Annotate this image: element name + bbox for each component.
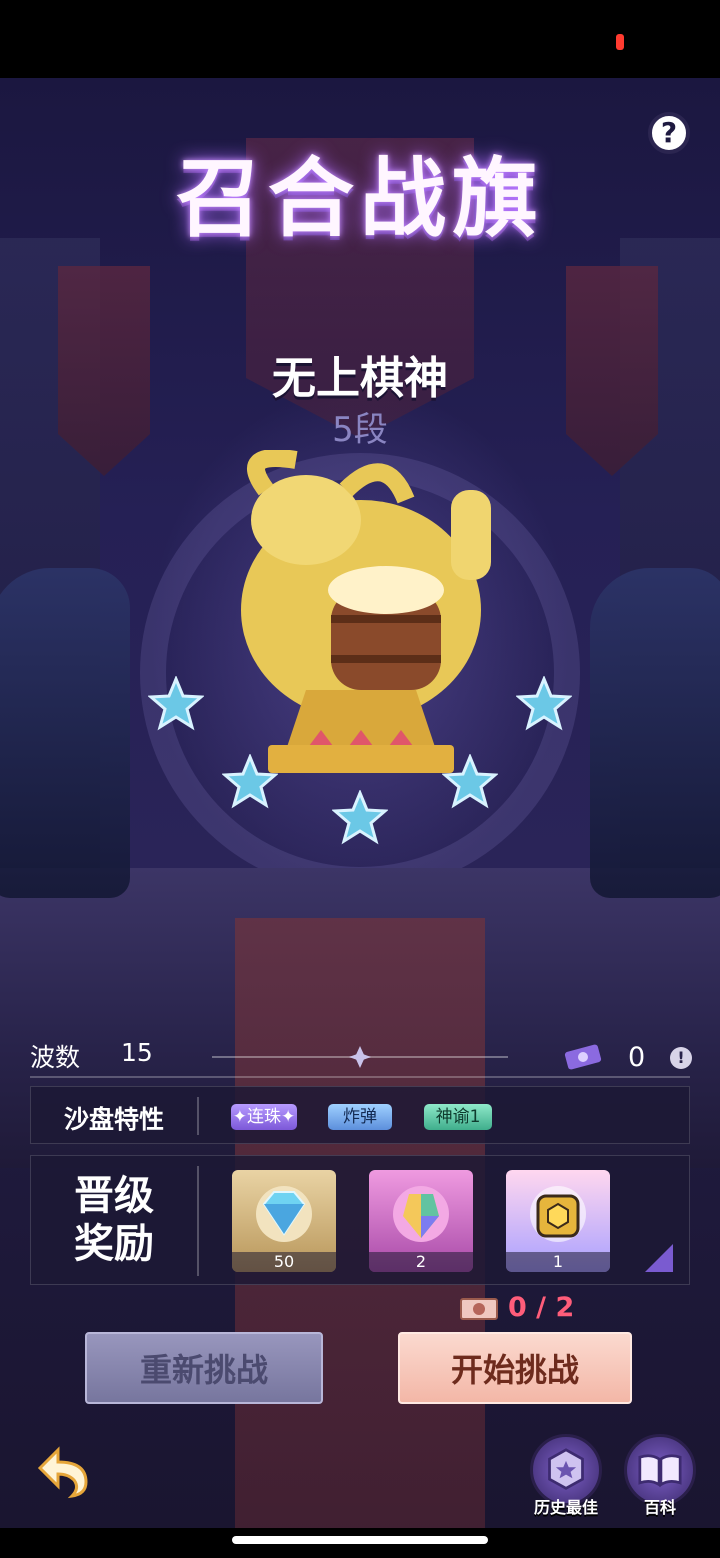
- rewards-separator: [197, 1166, 199, 1276]
- status-bar: [0, 0, 720, 78]
- ticket-icon: [564, 1044, 602, 1070]
- rank-star-5: [516, 676, 572, 731]
- diamond-icon: [256, 1186, 312, 1242]
- rewards-label: 晋级 奖励: [74, 1173, 154, 1267]
- rank-trophy-statue: [241, 450, 491, 750]
- wave-divider-ornament: [212, 1046, 508, 1068]
- reward-count: 50: [232, 1252, 336, 1272]
- panel-corner-ornament: [645, 1244, 673, 1272]
- reward-count: 1: [506, 1252, 610, 1272]
- rank-star-3: [332, 790, 388, 845]
- back-arrow-icon[interactable]: [32, 1438, 96, 1502]
- history-best-label: 历史最佳: [533, 1498, 598, 1517]
- rank-star-4: [442, 754, 498, 809]
- rainbow-crystal-icon: [393, 1186, 449, 1242]
- trait-tag-oracle[interactable]: 神谕1: [424, 1104, 492, 1130]
- left-knight-statue: [0, 568, 130, 898]
- start-challenge-button[interactable]: 开始挑战: [398, 1332, 632, 1404]
- rank-name: 无上棋神: [272, 353, 448, 404]
- trophy-pedestal: [268, 745, 454, 773]
- traits-label: 沙盘特性: [63, 1105, 164, 1134]
- info-icon[interactable]: !: [670, 1047, 692, 1069]
- promotion-rewards-panel: 晋级 奖励 50 2 1: [30, 1155, 690, 1285]
- rank-level: 5段: [332, 410, 388, 450]
- divider: [30, 1076, 690, 1078]
- wave-value: 15: [121, 1038, 153, 1067]
- reward-item-diamond[interactable]: 50: [232, 1170, 336, 1272]
- trait-tag-lianzhu[interactable]: ✦连珠✦: [231, 1104, 297, 1130]
- rank-star-1: [148, 676, 204, 731]
- reward-count: 2: [369, 1252, 473, 1272]
- gold-chest-icon: [530, 1186, 586, 1242]
- trait-tag-bomb[interactable]: 炸弹: [328, 1104, 392, 1130]
- page-title: 召合战旗: [176, 149, 544, 249]
- sandbox-traits-panel: 沙盘特性 ✦连珠✦ 炸弹 神谕1: [30, 1086, 690, 1144]
- reward-item-chest[interactable]: 1: [506, 1170, 610, 1272]
- help-button[interactable]: ?: [648, 112, 690, 154]
- right-knight-statue: [590, 568, 720, 898]
- attempts-counter: 0 / 2: [508, 1292, 575, 1323]
- challenge-ticket-icon: [460, 1298, 498, 1320]
- reward-item-crystal[interactable]: 2: [369, 1170, 473, 1272]
- home-indicator[interactable]: [232, 1536, 488, 1544]
- recording-indicator: [616, 34, 624, 50]
- traits-separator: [197, 1097, 199, 1135]
- retry-button[interactable]: 重新挑战: [85, 1332, 323, 1404]
- ticket-count: 0: [628, 1042, 646, 1073]
- encyclopedia-label: 百科: [643, 1498, 676, 1517]
- rank-star-2: [222, 754, 278, 809]
- wave-label: 波数: [30, 1043, 81, 1072]
